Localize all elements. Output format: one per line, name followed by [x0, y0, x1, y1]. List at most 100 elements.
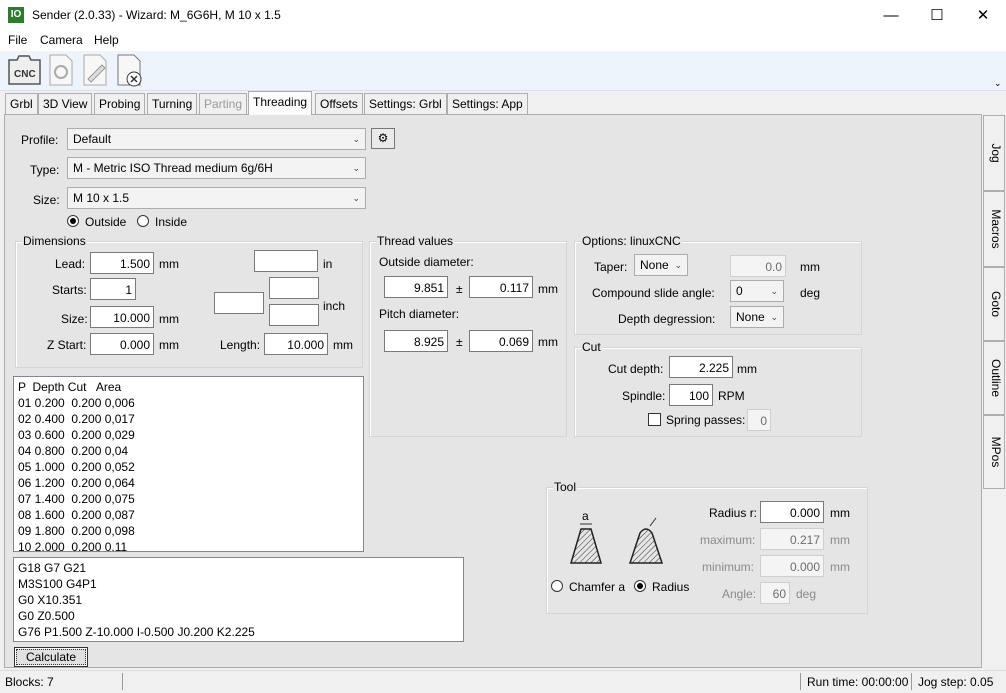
edit-file-icon[interactable] [80, 52, 114, 88]
svg-text:CNC: CNC [14, 69, 36, 80]
lead-inch-unit: in [323, 257, 333, 271]
length-label: Length: [220, 338, 261, 352]
inch-fraction-input[interactable] [214, 292, 264, 314]
inch-unit: inch [323, 299, 346, 313]
list-item: 05 1.000 0.200 0,052 [18, 460, 135, 474]
reload-file-icon[interactable] [46, 52, 80, 88]
minimum-label: minimum: [702, 560, 755, 574]
toolbar-overflow-icon[interactable]: ⌄ [994, 78, 1002, 89]
cut-depth-label: Cut depth: [608, 362, 664, 376]
list-item: 07 1.400 0.200 0,075 [18, 492, 135, 506]
chamfer-radio[interactable] [551, 580, 563, 592]
gear-icon[interactable]: ⚙ [371, 128, 395, 149]
outside-diameter-label: Outside diameter: [379, 255, 474, 269]
list-item: 04 0.800 0.200 0,04 [18, 444, 129, 458]
outside-radio[interactable] [67, 215, 79, 227]
side-tab-goto[interactable]: Goto [983, 267, 1005, 341]
maximum-unit: mm [830, 533, 850, 547]
outside-pm: ± [456, 282, 463, 296]
spring-passes-checkbox[interactable] [648, 413, 661, 426]
type-select[interactable]: M - Metric ISO Thread medium 6g/6H ⌄ [67, 157, 366, 179]
starts-label: Starts: [52, 283, 87, 297]
tab-parting[interactable]: Parting [199, 93, 248, 114]
pitch-tolerance-input[interactable]: 0.069 [469, 330, 533, 352]
inside-radio[interactable] [137, 215, 149, 227]
size-select[interactable]: M 10 x 1.5 ⌄ [67, 187, 366, 209]
calculate-button[interactable]: Calculate [14, 647, 88, 667]
cut-depth-unit: mm [737, 362, 757, 376]
taper-value-input[interactable]: 0.0 [730, 255, 786, 277]
minimum-unit: mm [830, 560, 850, 574]
spindle-input[interactable]: 100 [669, 384, 713, 406]
spring-passes-label: Spring passes: [666, 413, 746, 427]
menu-camera[interactable]: Camera [40, 33, 83, 47]
status-separator [122, 673, 123, 690]
status-separator [911, 673, 912, 690]
spindle-label: Spindle: [622, 389, 666, 403]
pitch-diameter-input[interactable]: 8.925 [384, 330, 448, 352]
radius-unit: mm [830, 506, 850, 520]
tab-grbl[interactable]: Grbl [5, 93, 38, 114]
app-icon: IO [8, 7, 24, 23]
maximum-input[interactable]: 0.217 [760, 528, 824, 550]
compound-unit: deg [800, 286, 821, 300]
outside-label: Outside [85, 215, 127, 229]
side-tab-macros[interactable]: Macros [983, 191, 1005, 267]
maximum-label: maximum: [700, 533, 756, 547]
dimensions-title: Dimensions [22, 234, 87, 248]
list-item: 02 0.400 0.200 0,017 [18, 412, 135, 426]
minimize-button[interactable]: — [868, 0, 914, 31]
depth-degression-select[interactable]: None ⌄ [730, 306, 784, 328]
zstart-input[interactable]: 0.000 [90, 333, 154, 355]
lead-inch-input[interactable] [254, 250, 318, 272]
gcode-list[interactable]: G18 G7 G21 M3S100 G4P1 G0 X10.351 G0 Z0.… [13, 557, 464, 642]
side-tab-mpos[interactable]: MPos [983, 415, 1005, 489]
size-input[interactable]: 10.000 [90, 306, 154, 328]
tab-turning[interactable]: Turning [147, 93, 198, 114]
size-dim-label: Size: [61, 312, 88, 326]
gcode-line: G76 P1.500 Z-10.000 I-0.500 J0.200 K2.22… [18, 625, 255, 639]
inch-numerator-input[interactable] [269, 277, 319, 299]
profile-select[interactable]: Default ⌄ [67, 128, 366, 150]
close-button[interactable]: ✕ [960, 0, 1006, 31]
lead-input[interactable]: 1.500 [90, 252, 154, 274]
radius-input[interactable]: 0.000 [760, 501, 824, 523]
outside-diameter-input[interactable]: 9.851 [384, 276, 448, 298]
side-tab-outline[interactable]: Outline [983, 341, 1005, 415]
tab-3d-view[interactable]: 3D View [38, 93, 93, 114]
radius-tool-icon [626, 512, 666, 569]
pitch-unit: mm [538, 335, 558, 349]
profile-label: Profile: [21, 133, 59, 147]
chamfer-tool-icon: a [566, 508, 606, 569]
angle-input[interactable]: 60 [760, 582, 790, 604]
compound-select[interactable]: 0 ⌄ [730, 280, 784, 302]
radius-radio[interactable] [634, 580, 646, 592]
length-input[interactable]: 10.000 [264, 333, 328, 355]
menu-help[interactable]: Help [94, 33, 119, 47]
tab-settings-grbl[interactable]: Settings: Grbl [364, 93, 447, 114]
outside-unit: mm [538, 282, 558, 296]
run-time-status: Run time: 00:00:00 [807, 675, 909, 689]
close-file-icon[interactable] [114, 52, 148, 88]
passes-list[interactable]: P Depth Cut Area 01 0.200 0.200 0,006 02… [13, 376, 364, 552]
side-tab-jog[interactable]: Jog [983, 115, 1005, 191]
menu-file[interactable]: File [8, 33, 27, 47]
list-item: 01 0.200 0.200 0,006 [18, 396, 135, 410]
gcode-line: M3S100 G4P1 [18, 577, 97, 591]
blocks-status: Blocks: 7 [5, 675, 54, 689]
starts-input[interactable]: 1 [90, 278, 136, 300]
taper-select[interactable]: None ⌄ [634, 254, 688, 276]
inch-denominator-input[interactable] [269, 304, 319, 326]
maximize-button[interactable]: ☐ [914, 0, 960, 31]
outside-tolerance-input[interactable]: 0.117 [469, 276, 533, 298]
tab-threading[interactable]: Threading [248, 91, 313, 115]
minimum-input[interactable]: 0.000 [760, 555, 824, 577]
gcode-line: G18 G7 G21 [18, 561, 87, 575]
tab-offsets[interactable]: Offsets [315, 93, 363, 114]
cut-depth-input[interactable]: 2.225 [669, 356, 733, 378]
tab-settings-app[interactable]: Settings: App [447, 93, 528, 114]
tab-probing[interactable]: Probing [94, 93, 146, 114]
cnc-icon[interactable]: CNC [6, 52, 41, 88]
spring-passes-input[interactable]: 0 [747, 409, 771, 431]
svg-text:a: a [582, 509, 589, 523]
